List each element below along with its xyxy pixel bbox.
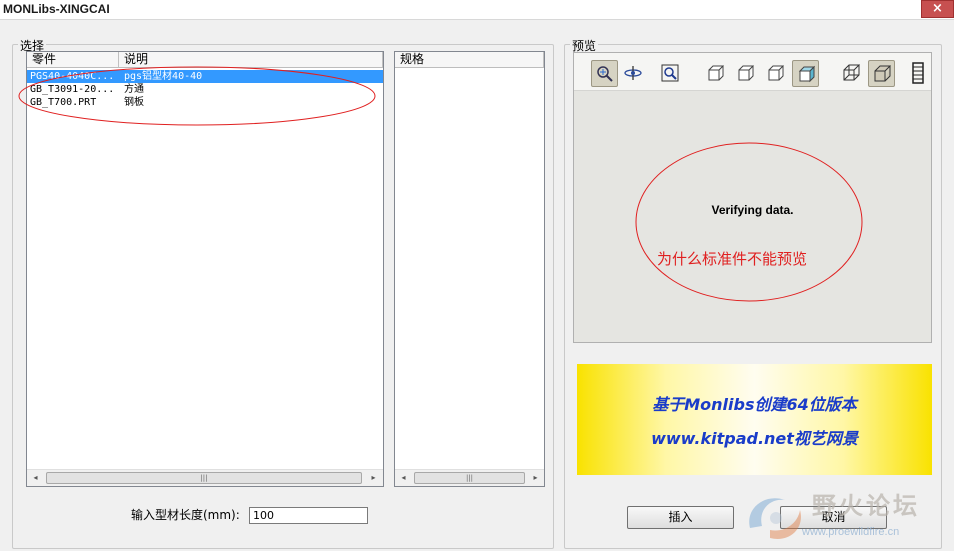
preview-toolbar — [574, 53, 931, 91]
part-name: GB_T700.PRT — [30, 97, 97, 108]
zoom-window-icon[interactable] — [657, 60, 684, 87]
table-row[interactable]: PGS40-4040C... pgs铝型材40-40 — [27, 70, 383, 83]
length-input[interactable]: 100 — [249, 507, 368, 524]
spin-icon[interactable] — [620, 60, 647, 87]
wireframe-icon[interactable] — [838, 60, 865, 87]
table-row[interactable]: GB_T700.PRT 钢板 — [27, 96, 383, 109]
scroll-right-arrow[interactable]: ▸ — [365, 470, 382, 486]
view-right-icon[interactable] — [762, 60, 789, 87]
view-top-icon[interactable] — [732, 60, 759, 87]
select-view-icon[interactable] — [591, 60, 618, 87]
close-button[interactable]: × — [921, 0, 954, 18]
watermark: 野火论坛 www.proewildfire.cn — [740, 482, 954, 551]
column-header-description[interactable]: 说明 — [119, 52, 383, 68]
film-icon[interactable] — [908, 60, 930, 87]
shaded-icon[interactable] — [868, 60, 895, 87]
length-label: 输入型材长度(mm): — [131, 508, 240, 522]
watermark-url: www.proewildfire.cn — [802, 526, 900, 538]
part-description: pgs铝型材40-40 — [124, 71, 203, 82]
part-description: 方通 — [124, 84, 144, 95]
column-header-spec[interactable]: 规格 — [395, 52, 544, 68]
spec-list[interactable]: 规格 ◂ ||| ▸ — [394, 51, 545, 487]
watermark-logo-icon — [749, 498, 801, 539]
column-header-part[interactable]: 零件 — [27, 52, 119, 68]
scroll-left-arrow[interactable]: ◂ — [395, 470, 412, 486]
scroll-left-arrow[interactable]: ◂ — [27, 470, 44, 486]
part-name: PGS40-4040C... — [30, 71, 115, 82]
scroll-thumb[interactable]: ||| — [46, 472, 362, 484]
part-description: 钢板 — [124, 97, 144, 108]
insert-button[interactable]: 插入 — [627, 506, 734, 529]
spec-horizontal-scrollbar[interactable]: ◂ ||| ▸ — [395, 469, 544, 486]
parts-horizontal-scrollbar[interactable]: ◂ ||| ▸ — [27, 469, 383, 486]
watermark-title: 野火论坛 — [812, 492, 920, 520]
banner-line-2: www.kitpad.net视艺网景 — [651, 429, 858, 448]
preview-area[interactable]: Verifying data. 为什么标准件不能预览 — [573, 52, 932, 343]
parts-list[interactable]: 零件 说明 PGS40-4040C... pgs铝型材40-40 GB_T309… — [26, 51, 384, 487]
title-bar: MONLibs-XINGCAI × — [0, 0, 954, 20]
scroll-thumb[interactable]: ||| — [414, 472, 525, 484]
promo-banner: 基于Monlibs创建64位版本 www.kitpad.net视艺网景 — [577, 364, 932, 475]
preview-status: Verifying data. — [711, 203, 794, 217]
annotation-note: 为什么标准件不能预览 — [657, 250, 808, 268]
view-iso-shaded-icon[interactable] — [792, 60, 819, 87]
view-front-icon[interactable] — [702, 60, 729, 87]
scroll-right-arrow[interactable]: ▸ — [527, 470, 544, 486]
window-title: MONLibs-XINGCAI — [3, 2, 110, 16]
banner-line-1: 基于Monlibs创建64位版本 — [652, 395, 857, 414]
part-name: GB_T3091-20... — [30, 84, 115, 95]
table-row[interactable]: GB_T3091-20... 方通 — [27, 83, 383, 96]
